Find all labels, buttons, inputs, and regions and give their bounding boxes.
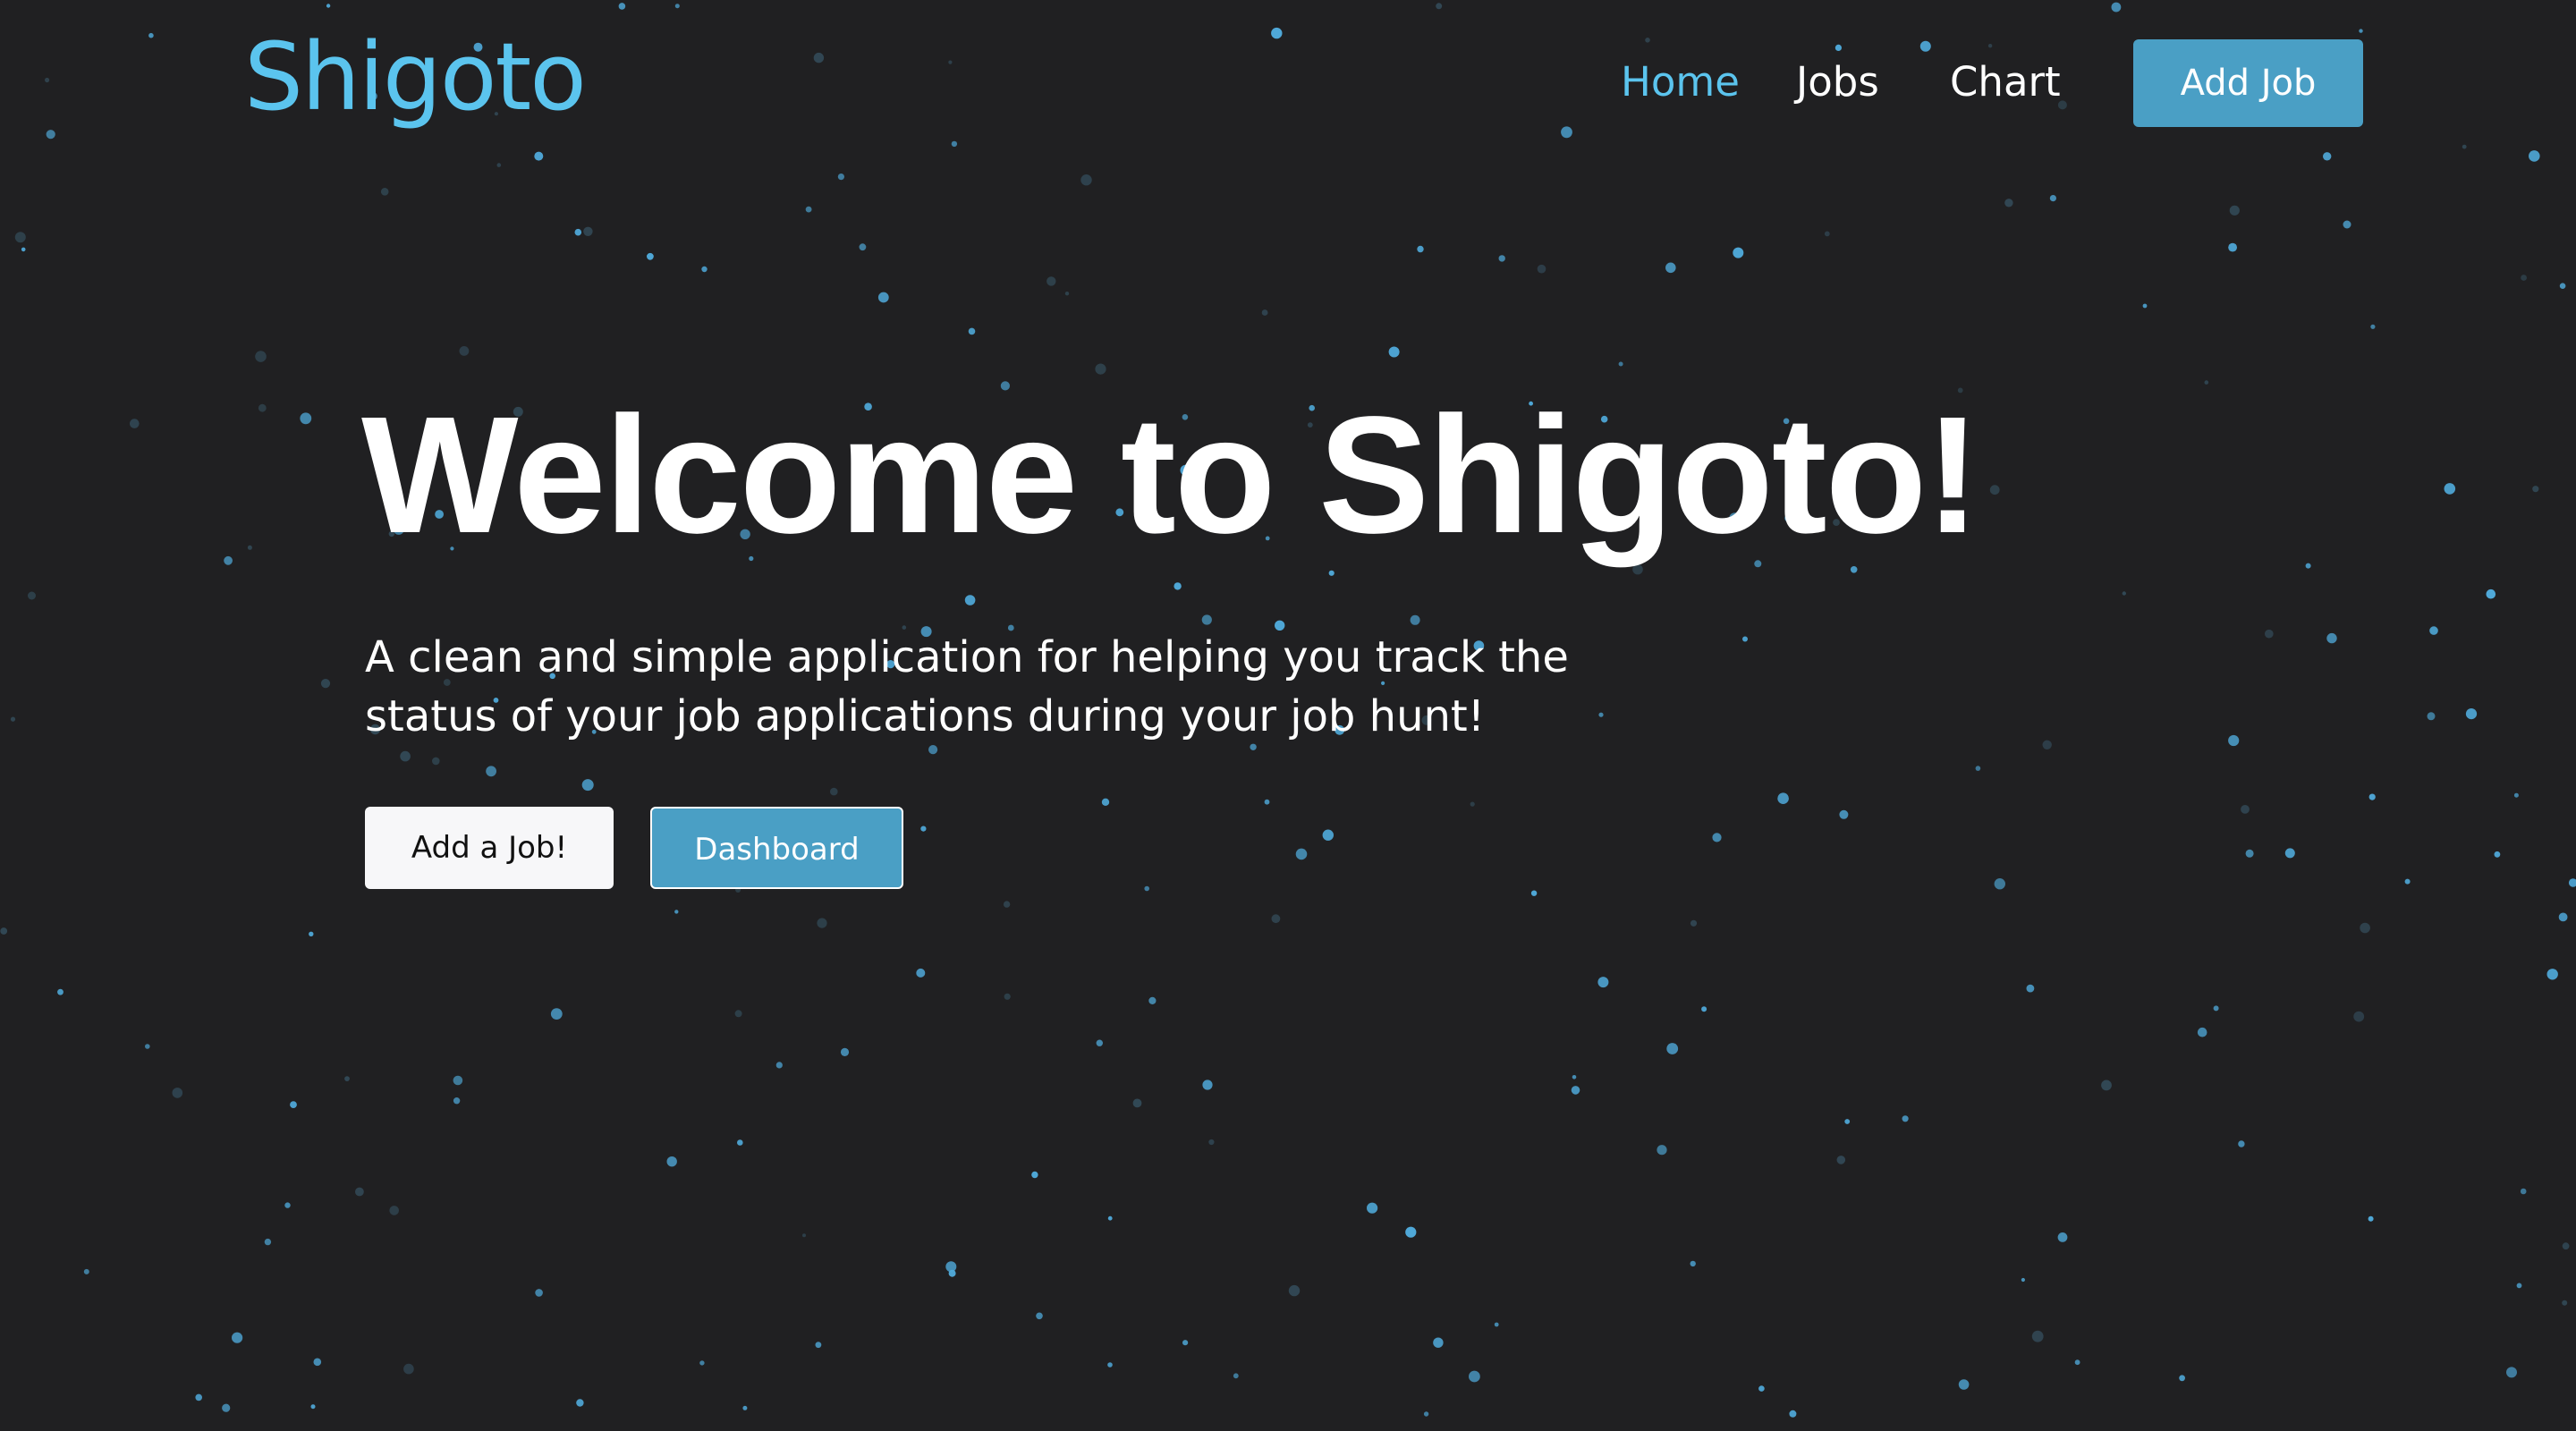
hero-subtitle: A clean and simple application for helpi… — [365, 632, 1569, 741]
dashboard-button[interactable]: Dashboard — [650, 807, 903, 889]
hero-title: Welcome to Shigoto! — [361, 383, 1980, 568]
hero-section: Welcome to Shigoto! A clean and simple a… — [0, 0, 2576, 1431]
add-a-job-button[interactable]: Add a Job! — [365, 807, 614, 889]
